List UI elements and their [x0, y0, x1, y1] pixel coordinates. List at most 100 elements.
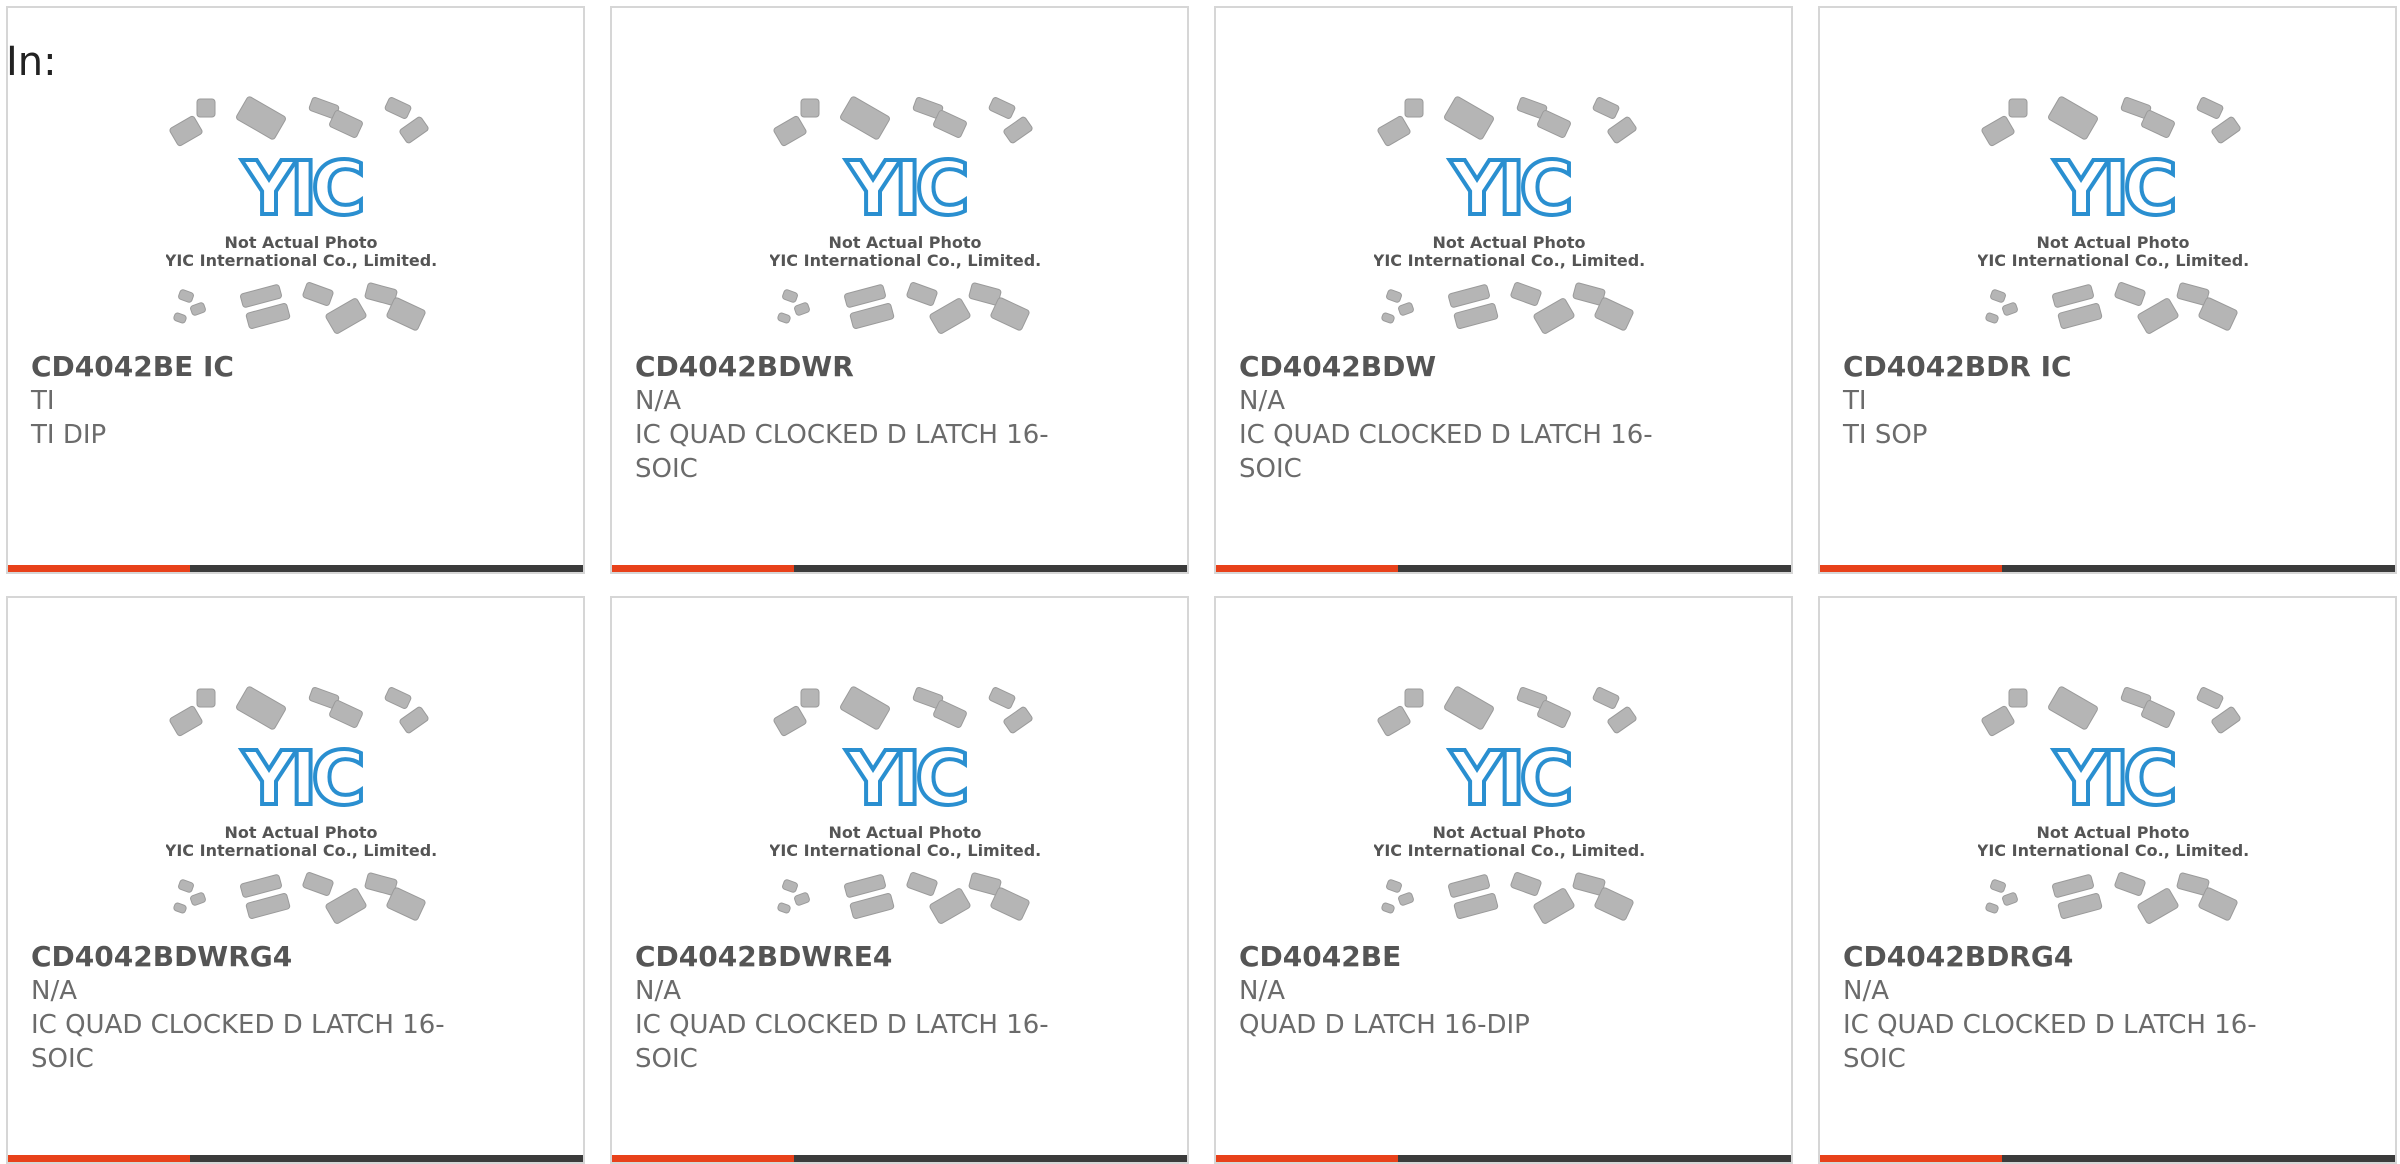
chip-icon [1510, 872, 1542, 896]
chip-icon [1453, 893, 1499, 919]
chip-icon [302, 872, 334, 896]
product-part-number[interactable]: CD4042BDW [1239, 350, 1759, 384]
product-description: TI DIP [31, 420, 107, 450]
chip-icon [2114, 872, 2146, 896]
chip-icon [2141, 109, 2175, 139]
chip-icon [2008, 688, 2028, 708]
company-caption: YIC International Co., Limited. [1978, 251, 2248, 270]
chip-icon [906, 872, 938, 896]
chip-icon [2196, 97, 2224, 119]
product-placeholder-image: YIC Not Actual Photo YIC International Co.… [770, 686, 1040, 936]
search-prefix-label: In: [6, 39, 57, 85]
product-description: IC QUAD CLOCKED D LATCH 16-SOIC [1843, 1010, 2257, 1074]
chip-icon [1533, 888, 1575, 924]
chip-icon [1981, 115, 2015, 147]
product-card[interactable]: YIC Not Actual Photo YIC International Co.… [6, 6, 585, 574]
product-card[interactable]: YIC Not Actual Photo YIC International Co.… [610, 596, 1189, 1164]
chip-icon [302, 282, 334, 306]
not-actual-photo-caption: Not Actual Photo [2036, 233, 2189, 252]
yic-logo-icon: YIC [845, 146, 965, 232]
product-manufacturer: N/A [31, 976, 77, 1006]
product-manufacturer: N/A [1239, 386, 1285, 416]
chip-icon [1003, 706, 1033, 734]
yic-logo-icon: YIC [241, 736, 361, 822]
product-part-number[interactable]: CD4042BDWRE4 [635, 940, 1155, 974]
product-description: TI SOP [1843, 420, 1928, 450]
chip-icon [1444, 96, 1494, 140]
chip-icon [844, 874, 886, 898]
product-part-number[interactable]: CD4042BE [1239, 940, 1759, 974]
chip-icon [1448, 284, 1490, 308]
card-bottom-bar [1216, 565, 1791, 572]
chip-icon [1398, 302, 1414, 316]
product-card[interactable]: YIC Not Actual Photo YIC International Co.… [1818, 596, 2397, 1164]
card-bottom-bar [8, 565, 583, 572]
company-caption: YIC International Co., Limited. [166, 841, 436, 860]
card-bottom-bar [1820, 565, 2395, 572]
product-part-number[interactable]: CD4042BDWR [635, 350, 1155, 384]
chip-icon [906, 282, 938, 306]
chip-icon [844, 284, 886, 308]
product-part-number[interactable]: CD4042BE IC [31, 350, 551, 384]
chip-icon [1985, 902, 1999, 914]
chip-icon [240, 874, 282, 898]
chip-icon [1381, 902, 1395, 914]
chip-icon [800, 688, 820, 708]
not-actual-photo-caption: Not Actual Photo [828, 823, 981, 842]
chip-icon [840, 686, 890, 730]
card-bottom-bar [612, 565, 1187, 572]
chip-icon [1607, 116, 1637, 144]
chip-icon [2052, 874, 2094, 898]
not-actual-photo-caption: Not Actual Photo [1432, 823, 1585, 842]
chip-icon [1592, 97, 1620, 119]
product-part-number[interactable]: CD4042BDRG4 [1843, 940, 2363, 974]
chip-icon [1990, 289, 2006, 303]
product-placeholder-image: YIC Not Actual Photo YIC International Co.… [166, 686, 436, 936]
chip-icon [384, 97, 412, 119]
chip-icon [840, 96, 890, 140]
chip-icon [1386, 879, 1402, 893]
card-bar-accent [612, 565, 794, 572]
product-part-number[interactable]: CD4042BDWRG4 [31, 940, 551, 974]
yic-logo-icon: YIC [845, 736, 965, 822]
chip-icon [988, 687, 1016, 709]
chip-icon [2137, 298, 2179, 334]
product-card[interactable]: YIC Not Actual Photo YIC International Co.… [1818, 6, 2397, 574]
chip-icon [190, 892, 206, 906]
chip-icon [245, 303, 291, 329]
product-part-number[interactable]: CD4042BDR IC [1843, 350, 2363, 384]
product-placeholder-image: YIC Not Actual Photo YIC International Co.… [1978, 686, 2248, 936]
product-manufacturer: N/A [635, 386, 681, 416]
chip-icon [1404, 98, 1424, 118]
chip-icon [178, 289, 194, 303]
card-bar-accent [8, 565, 190, 572]
chip-icon [2196, 687, 2224, 709]
chip-icon [236, 686, 286, 730]
product-card[interactable]: YIC Not Actual Photo YIC International Co.… [1214, 596, 1793, 1164]
product-card[interactable]: YIC Not Actual Photo YIC International Co.… [6, 596, 585, 1164]
product-description: IC QUAD CLOCKED D LATCH 16-SOIC [635, 420, 1049, 484]
not-actual-photo-caption: Not Actual Photo [224, 823, 377, 842]
yic-logo-icon: YIC [1449, 736, 1569, 822]
chip-icon [2052, 284, 2094, 308]
chip-icon [1448, 874, 1490, 898]
chip-icon [2002, 892, 2018, 906]
chip-icon [1003, 116, 1033, 144]
chip-icon [929, 888, 971, 924]
chip-icon [929, 298, 971, 334]
chip-icon [777, 902, 791, 914]
chip-icon [2114, 282, 2146, 306]
chip-icon [2008, 98, 2028, 118]
chip-icon [240, 284, 282, 308]
product-card[interactable]: YIC Not Actual Photo YIC International Co.… [1214, 6, 1793, 574]
card-bar-accent [1820, 565, 2002, 572]
chip-icon [1453, 303, 1499, 329]
chip-icon [933, 109, 967, 139]
chip-icon [794, 892, 810, 906]
product-card[interactable]: YIC Not Actual Photo YIC International Co.… [610, 6, 1189, 574]
chip-icon [2211, 706, 2241, 734]
chip-icon [384, 687, 412, 709]
chip-icon [1981, 705, 2015, 737]
chip-icon [245, 893, 291, 919]
product-placeholder-image: YIC Not Actual Photo YIC International Co.… [770, 96, 1040, 346]
